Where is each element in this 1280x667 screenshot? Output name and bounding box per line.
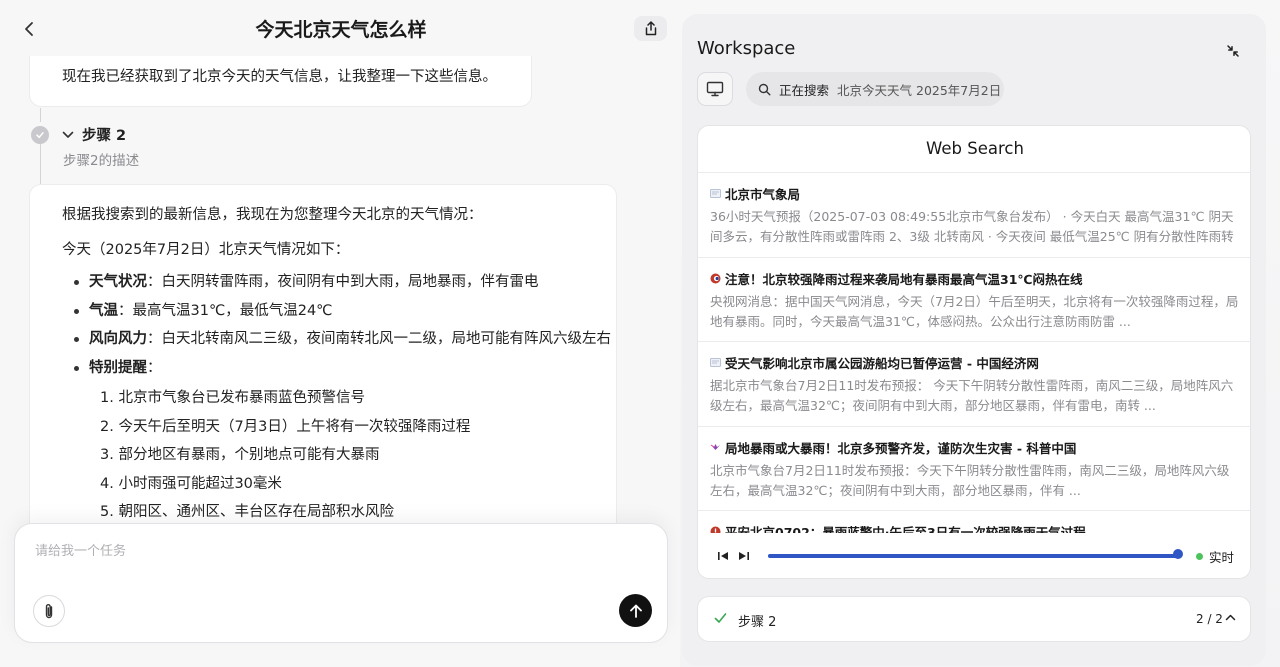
chevron-up-icon[interactable] bbox=[1225, 613, 1236, 622]
timeline-connector bbox=[40, 108, 41, 122]
share-icon bbox=[645, 21, 656, 36]
progress-handle[interactable] bbox=[1172, 549, 1183, 559]
skip-back-icon bbox=[718, 552, 728, 560]
weather-bullets: 天气状况：白天阴转雷阵雨，夜间阴有中到大雨，局地暴雨，伴有雷电 气温：最高气温3… bbox=[74, 271, 611, 385]
skip-back-button[interactable] bbox=[716, 549, 730, 563]
task-input[interactable] bbox=[35, 540, 635, 562]
step-footer-label: 步骤 2 bbox=[738, 615, 777, 630]
monitor-icon bbox=[706, 81, 724, 97]
news-icon bbox=[710, 189, 721, 198]
step-description: 步骤2的描述 bbox=[63, 153, 140, 169]
playback-bar: 实时 bbox=[698, 533, 1250, 578]
result-title: 注意！北京较强降雨过程来袭局地有暴雨最高气温31℃闷热在线 bbox=[725, 271, 1083, 287]
list-item: 天气状况：白天阴转雷阵雨，夜间阴有中到大雨，局地暴雨，伴有雷电 bbox=[74, 271, 611, 300]
collapse-icon bbox=[1227, 45, 1239, 57]
step-header[interactable]: 步骤 2 bbox=[62, 124, 126, 145]
list-item: 特别提醒： bbox=[74, 357, 611, 386]
search-result[interactable]: 注意！北京较强降雨过程来袭局地有暴雨最高气温31℃闷热在线 央视网消息：据中国天… bbox=[698, 258, 1250, 342]
arrow-up-icon bbox=[629, 604, 642, 618]
list-item: 4. 小时雨强可能超过30毫米 bbox=[100, 475, 282, 492]
previous-message: 现在我已经获取到了北京今天的天气信息，让我整理一下这些信息。 bbox=[29, 56, 532, 107]
step-footer[interactable]: 步骤 2 2 / 2 bbox=[697, 596, 1251, 642]
live-indicator[interactable]: 实时 bbox=[1196, 547, 1234, 566]
kepu-icon bbox=[710, 443, 720, 450]
assistant-answer: 根据我搜索到的最新信息，我现在为您整理今天北京的天气情况： 今天（2025年7月… bbox=[29, 184, 617, 526]
search-result[interactable]: 局地暴雨或大暴雨！北京多预警齐发，谨防次生灾害 - 科普中国 北京市气象台7月2… bbox=[698, 427, 1250, 511]
result-title: 局地暴雨或大暴雨！北京多预警齐发，谨防次生灾害 - 科普中国 bbox=[725, 440, 1077, 456]
live-dot-icon bbox=[1196, 553, 1203, 560]
workspace-title: Workspace bbox=[697, 38, 796, 59]
result-title: 平安北京0702：暴雨蓝警中·午后至3日有一次较强降雨天气过程 bbox=[725, 525, 1086, 533]
bullet-text: ：白天阴转雷阵雨，夜间阴有中到大雨，局地暴雨，伴有雷电 bbox=[147, 274, 539, 290]
bullet-text: ：白天北转南风二三级，夜间南转北风一二级，局地可能有阵风六级左右 bbox=[147, 331, 611, 347]
news-icon bbox=[710, 358, 721, 367]
web-search-panel: Web Search 北京市气象局 36小时天气预报（2025-07-03 08… bbox=[697, 125, 1251, 579]
step-counter: 2 / 2 bbox=[1196, 612, 1223, 626]
workspace-panel: Workspace 正在搜索 北京今天天气 2025年7月2日 Web Sear… bbox=[682, 14, 1266, 666]
bullet-label: 特别提醒 bbox=[89, 359, 147, 376]
list-item: 1. 北京市气象台已发布暴雨蓝色预警信号 bbox=[100, 390, 365, 406]
check-icon bbox=[714, 613, 727, 623]
bullet-label: 天气状况 bbox=[89, 274, 147, 290]
computer-view-button[interactable] bbox=[697, 72, 733, 106]
top-bar: 今天北京天气怎么样 bbox=[0, 0, 680, 56]
skip-forward-button[interactable] bbox=[737, 549, 751, 563]
result-snippet: 据北京市气象台7月2日11时发布预报： 今天下午阴转分散性雷阵雨，南风二三级，局… bbox=[710, 378, 1234, 413]
answer-intro: 根据我搜索到的最新信息，我现在为您整理今天北京的天气情况： bbox=[62, 207, 483, 223]
live-label: 实时 bbox=[1209, 550, 1235, 565]
chevron-down-icon bbox=[62, 131, 74, 138]
previous-message-text: 现在我已经获取到了北京今天的天气信息，让我整理一下这些信息。 bbox=[62, 69, 497, 85]
result-title: 受天气影响北京市属公园游船均已暂停运营 - 中国经济网 bbox=[725, 356, 1039, 371]
step-title: 步骤 2 bbox=[82, 128, 127, 144]
share-button[interactable] bbox=[634, 16, 667, 41]
timeline-connector bbox=[40, 144, 41, 184]
result-snippet: 央视网消息：据中国天气网消息，今天（7月2日）午后至明天，北京将有一次较强降雨过… bbox=[710, 293, 1239, 329]
search-result[interactable]: 平安北京0702：暴雨蓝警中·午后至3日有一次较强降雨天气过程 bbox=[698, 511, 1250, 533]
paperclip-icon bbox=[45, 603, 53, 618]
alert-icon bbox=[710, 526, 721, 533]
list-item: 气温：最高气温31℃，最低气温24℃ bbox=[74, 300, 611, 329]
search-status-pill: 正在搜索 北京今天天气 2025年7月2日 bbox=[746, 72, 1004, 106]
result-snippet: 北京市气象台7月2日11时发布预报：今天下午阴转分散性雷阵雨，南风二三级，局地阵… bbox=[710, 462, 1230, 498]
step-complete-icon bbox=[31, 126, 49, 144]
page-title: 今天北京天气怎么样 bbox=[255, 19, 427, 41]
answer-date-line: 今天（2025年7月2日）北京天气情况如下： bbox=[62, 242, 350, 258]
status-query: 北京今天天气 2025年7月2日 bbox=[837, 82, 1002, 98]
search-results[interactable]: 北京市气象局 36小时天气预报（2025-07-03 08:49:55北京市气象… bbox=[698, 173, 1250, 533]
chat-scroll-area[interactable]: 现在我已经获取到了北京今天的天气信息，让我整理一下这些信息。 步骤 2 步骤2的… bbox=[0, 56, 680, 526]
bullet-label: 风向风力 bbox=[89, 331, 147, 347]
list-item: 风向风力：白天北转南风二三级，夜间南转北风一二级，局地可能有阵风六级左右 bbox=[74, 328, 611, 357]
result-snippet: 36小时天气预报（2025-07-03 08:49:55北京市气象台发布） · … bbox=[710, 209, 1234, 244]
panel-title: Web Search bbox=[698, 126, 1250, 173]
search-result[interactable]: 受天气影响北京市属公园游船均已暂停运营 - 中国经济网 据北京市气象台7月2日1… bbox=[698, 342, 1250, 427]
chat-pane: 今天北京天气怎么样 现在我已经获取到了北京今天的天气信息，让我整理一下这些信息。… bbox=[0, 0, 680, 667]
progress-track[interactable] bbox=[768, 554, 1182, 558]
cctv-icon bbox=[710, 273, 721, 283]
bullet-text: ：最高气温31℃，最低气温24℃ bbox=[118, 302, 333, 319]
result-title: 北京市气象局 bbox=[725, 187, 801, 202]
reminder-list: 1. 北京市气象台已发布暴雨蓝色预警信号 2. 今天午后至明天（7月3日）上午将… bbox=[100, 387, 470, 526]
bullet-text: ： bbox=[147, 359, 162, 376]
bullet-label: 气温 bbox=[89, 302, 118, 319]
attach-button[interactable] bbox=[33, 595, 65, 627]
progress-fill bbox=[768, 554, 1178, 558]
list-item: 3. 部分地区有暴雨，个别地点可能有大暴雨 bbox=[100, 447, 380, 463]
composer bbox=[14, 523, 668, 643]
status-label: 正在搜索 bbox=[779, 82, 830, 98]
send-button[interactable] bbox=[619, 594, 652, 627]
collapse-button[interactable] bbox=[1222, 40, 1244, 62]
skip-forward-icon bbox=[739, 552, 749, 560]
list-item: 2. 今天午后至明天（7月3日）上午将有一次较强降雨过程 bbox=[100, 418, 471, 435]
search-icon bbox=[758, 83, 771, 95]
search-result[interactable]: 北京市气象局 36小时天气预报（2025-07-03 08:49:55北京市气象… bbox=[698, 173, 1250, 258]
